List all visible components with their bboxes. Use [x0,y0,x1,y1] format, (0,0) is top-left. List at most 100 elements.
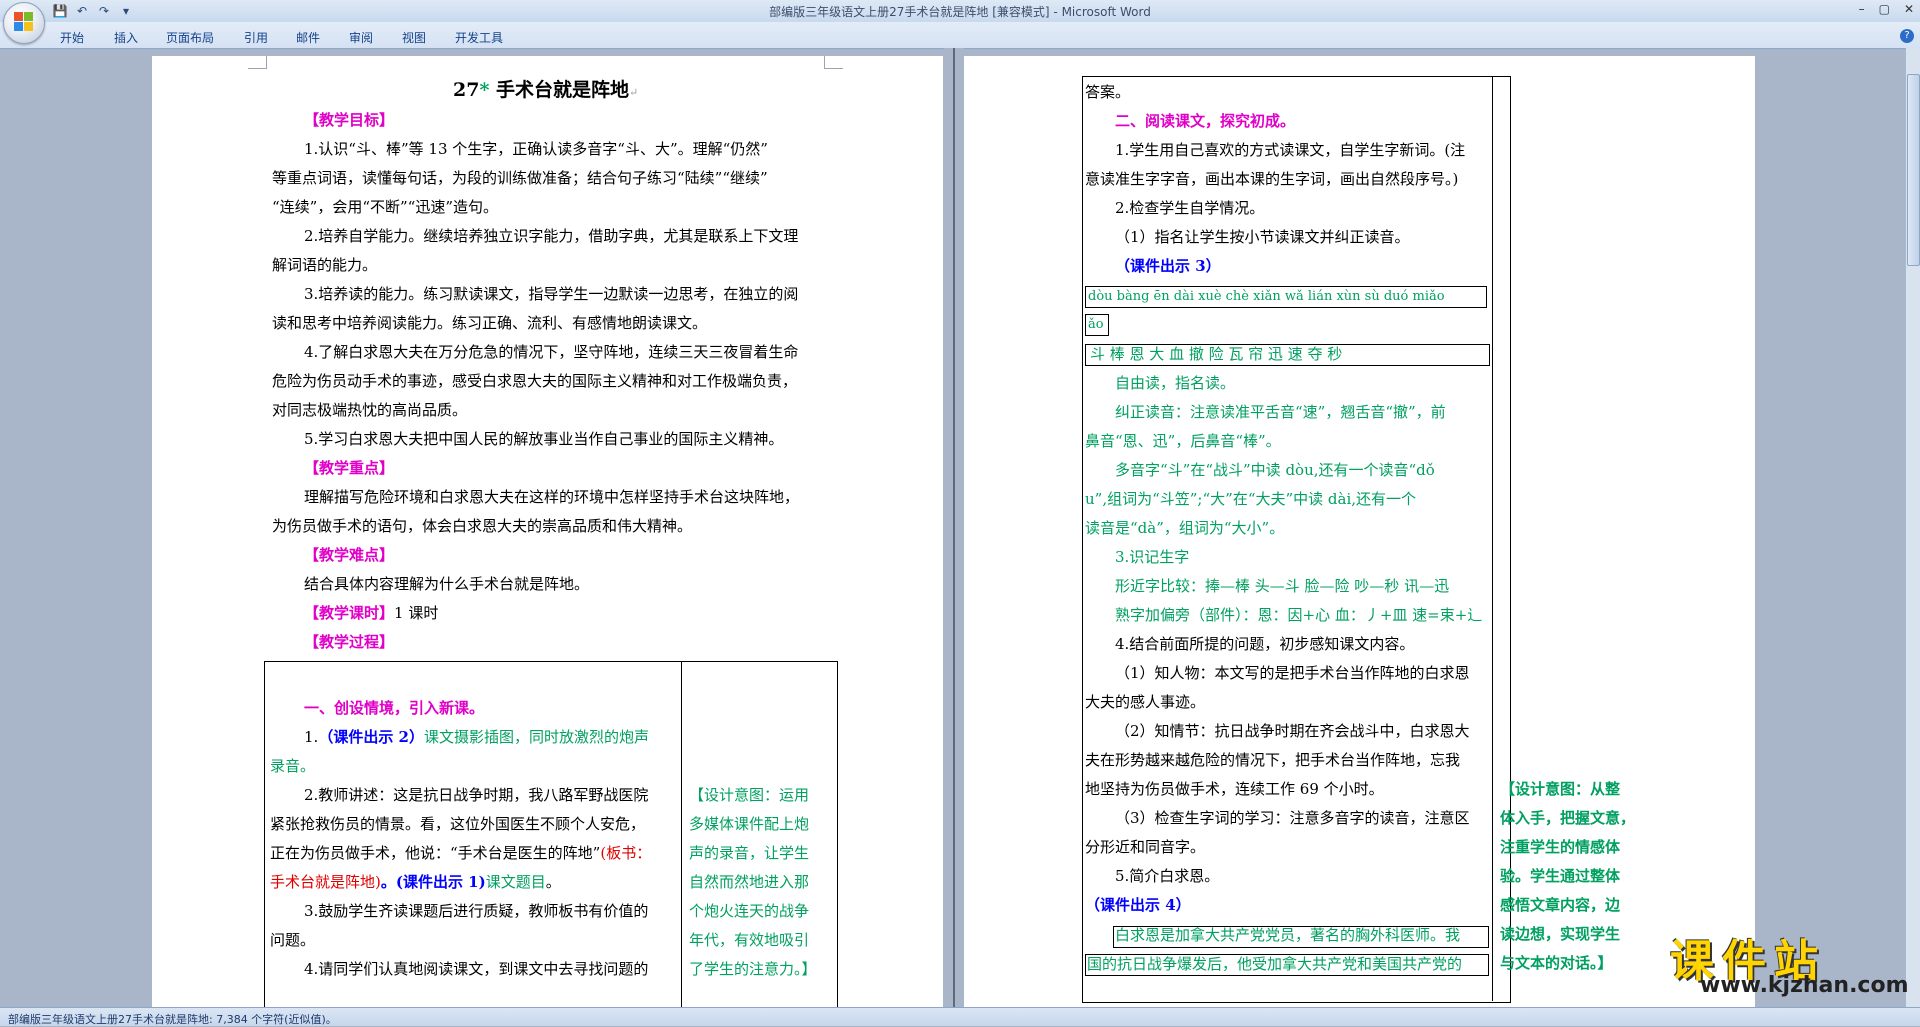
text-line: 1.认识“斗、棒”等 13 个生字，正确认读多音字“斗、大”。理解“仍然” [304,140,768,158]
text-line: 自由读，指名读。 [1115,374,1236,392]
text-line: 5.简介白求恩。 [1115,867,1220,885]
tab-review[interactable]: 审阅 [349,29,373,46]
text-line: 危险为伤员动手术的事迹，感受白求恩大夫的国际主义精神和对工作极端负责， [272,372,798,390]
tab-page-layout[interactable]: 页面布局 [166,29,214,46]
text-line: 形近字比较：捧—棒 头—斗 脸—险 吵—秒 讯—迅 [1115,577,1450,595]
text-line: 意读准生字字音，画出本课的生字词，画出自然段序号。) [1085,170,1459,188]
text-line: 读音是“dà”，组词为“大小”。 [1085,519,1285,537]
text-line: 正在为伤员做手术，他说：“手术台是医生的阵地”(板书： [270,844,652,862]
title-bar: 💾 ↶ ↷ ▾ 部编版三年级语文上册27手术台就是阵地 [兼容模式] - Mic… [0,0,1920,22]
tab-insert[interactable]: 插入 [114,29,138,46]
heading-process: 【教学过程】 [304,633,395,651]
text-line: （1）知人物：本文写的是把手术台当作阵地的白求恩 [1115,664,1470,682]
document-title: 27* 手术台就是阵地↵ [453,79,639,101]
text-line: 结合具体内容理解为什么手术台就是阵地。 [304,575,590,593]
design-note: 与文本的对话。】 [1500,954,1613,972]
maximize-button[interactable]: ▢ [1879,2,1890,16]
design-note: 体入手，把握文意， [1500,809,1636,827]
design-note: 年代，有效地吸引 [689,931,810,949]
text-line: 鼻音“恩、迅”，后鼻音“棒”。 [1085,432,1281,450]
text-line: 分形近和同音字。 [1085,838,1206,856]
text-line: 1.学生用自己喜欢的方式读课文，自学生字新词。(注 [1115,141,1466,159]
tab-references[interactable]: 引用 [244,29,268,46]
text-line: 国的抗日战争爆发后，他受加拿大共产党和美国共产党的 [1087,955,1463,973]
minimize-button[interactable]: – [1859,2,1865,16]
design-note: 【设计意图：从整 [1500,780,1621,798]
text-line: （1）指名让学生按小节读课文并纠正读音。 [1115,228,1410,246]
text-line: 4.结合前面所提的问题，初步感知课文内容。 [1115,635,1415,653]
help-icon[interactable]: ? [1900,29,1914,43]
vertical-scrollbar[interactable] [1905,48,1920,1007]
text-line: 4.了解白求恩大夫在万分危急的情况下，坚守阵地，连续三天三夜冒着生命 [304,343,799,361]
design-note: 多媒体课件配上炮 [689,815,810,833]
text-line: 解词语的能力。 [272,256,378,274]
design-note: 【设计意图：运用 [689,786,810,804]
design-note: 注重学生的情感体 [1500,838,1621,856]
status-bar: 部编版三年级语文上册27手术台就是阵地: 7,384 个字符(近似值)。 [0,1007,1920,1026]
text-line: 理解描写危险环境和白求恩大夫在这样的环境中怎样坚持手术台这块阵地， [304,488,800,506]
text-line: 1.（课件出示 2）课文摄影插图，同时放激烈的炮声 [304,728,649,746]
tab-mailings[interactable]: 邮件 [296,29,320,46]
text-line: 3.识记生字 [1115,548,1190,566]
heading-key-points: 【教学重点】 [304,459,395,477]
text-line: 大夫的感人事迹。 [1085,693,1206,711]
text-line: 5.学习白求恩大夫把中国人民的解放事业当作自己事业的国际主义精神。 [304,430,784,448]
text-line: “连续”，会用“不断”“迅速”造句。 [272,198,499,216]
text-line: 2.教师讲述：这是抗日战争时期，我八路军野战医院 [304,786,649,804]
characters-line: 斗 棒 恩 大 血 撤 险 瓦 帘 迅 速 夺 秒 [1090,345,1343,363]
scrollbar-thumb[interactable] [1907,74,1920,266]
text-line: 答案。 [1085,83,1131,101]
pinyin-line: ǎo [1088,317,1104,332]
text-line: u”,组词为“斗笠”;“大”在“大夫”中读 dài,还有一个 [1085,490,1417,508]
courseware-label: （课件出示 4） [1085,896,1191,914]
text-line: 手术台就是阵地)。(课件出示 1)课文题目。 [270,873,561,891]
text-line: 问题。 [270,931,316,949]
text-line: 夫在形势越来越危险的情况下，把手术台当作阵地，忘我 [1085,751,1461,769]
window-title: 部编版三年级语文上册27手术台就是阵地 [兼容模式] - Microsoft W… [769,5,1151,19]
text-line: （3）检查生字词的学习：注意多音字的读音，注意区 [1115,809,1470,827]
text-line: 3.培养读的能力。练习默读课文，指导学生一边默读一边思考，在独立的阅 [304,285,799,303]
section-heading: 二、阅读课文，探究初成。 [1115,112,1296,130]
section-heading: 一、创设情境，引入新课。 [304,699,485,717]
tab-home[interactable]: 开始 [60,29,84,46]
text-line: 多音字“斗”在“战斗”中读 dòu,还有一个读音“dǒ [1115,461,1435,479]
document-page-1[interactable]: 27* 手术台就是阵地↵ 【教学目标】 1.认识“斗、棒”等 13 个生字，正确… [152,56,943,1007]
text-line: 录音。 [270,757,316,775]
text-line: 2.培养自学能力。继续培养独立识字能力，借助字典，尤其是联系上下文理 [304,227,799,245]
table-column-divider [1492,76,1493,1001]
class-hours-line: 【教学课时】1 课时 [304,604,439,622]
page-gap [944,48,964,1007]
text-line: 对同志极端热忱的高尚品质。 [272,401,468,419]
design-note: 声的录音，让学生 [689,844,810,862]
tab-view[interactable]: 视图 [402,29,426,46]
text-line: 白求恩是加拿大共产党党员，著名的胸外科医师。我 [1115,926,1461,944]
text-line: 读和思考中培养阅读能力。练习正确、流利、有感情地朗读课文。 [272,314,708,332]
heading-difficulties: 【教学难点】 [304,546,395,564]
text-line: 纠正读音：注意读准平舌音“速”，翘舌音“撤”，前 [1115,403,1446,421]
design-note: 了学生的注意力。】 [689,960,817,978]
tab-developer[interactable]: 开发工具 [455,29,503,46]
text-line: 紧张抢救伤员的情景。看，这位外国医生不顾个人安危， [270,815,646,833]
window-controls: – ▢ ✕ [1859,2,1914,16]
margin-corner [824,56,843,69]
text-line: 等重点词语，读懂每句话，为段的训练做准备；结合句子练习“陆续”“继续” [272,169,768,187]
text-line: 3.鼓励学生齐读课题后进行质疑，教师板书有价值的 [304,902,649,920]
text-line: 地坚持为伤员做手术，连续工作 69 个小时。 [1085,780,1384,798]
ribbon-tabs: 开始 插入 页面布局 引用 邮件 审阅 视图 开发工具 [0,22,1920,49]
heading-goals: 【教学目标】 [304,111,395,129]
design-note: 自然而然地进入那 [689,873,810,891]
text-line: （2）知情节：抗日战争时期在齐会战斗中，白求恩大 [1115,722,1470,740]
watermark-url: www.kjzhan.com [1700,973,1909,998]
close-button[interactable]: ✕ [1904,2,1914,16]
text-line: 熟字加偏旁（部件）：恩：因+心 血：丿+皿 速=束+辶 [1115,606,1483,624]
design-note: 验。学生通过整体 [1500,867,1621,885]
pinyin-line: dòu bàng ēn dài xuè chè xiǎn wǎ lián xùn… [1088,289,1445,304]
document-page-2[interactable]: 答案。 二、阅读课文，探究初成。 1.学生用自己喜欢的方式读课文，自学生字新词。… [964,56,1755,1007]
design-note: 个炮火连天的战争 [689,902,810,920]
table-column-divider [681,661,682,1007]
text-line: 4.请同学们认真地阅读课文，到课文中去寻找问题的 [304,960,649,978]
office-logo-icon [14,12,34,32]
design-note: 读边想，实现学生 [1500,925,1621,943]
margin-corner [248,56,267,69]
office-button[interactable] [3,2,45,44]
